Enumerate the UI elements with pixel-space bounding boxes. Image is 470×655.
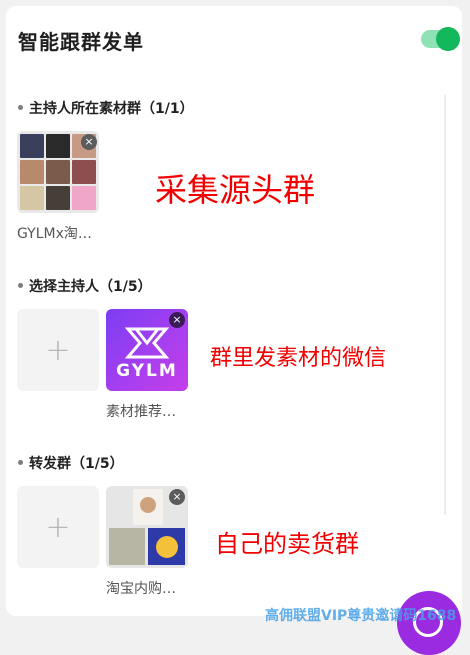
avatar-cell [72, 160, 96, 184]
remove-icon[interactable]: × [81, 134, 97, 150]
avatar-cell [133, 489, 163, 525]
remove-icon[interactable]: × [169, 489, 185, 505]
add-forward-group-button[interactable]: + [17, 486, 99, 568]
avatar-badge [156, 536, 178, 558]
plus-icon: + [45, 509, 71, 545]
add-host-button[interactable]: + [17, 309, 99, 391]
toggle-knob [436, 27, 460, 51]
bullet-dot-icon [18, 105, 23, 110]
annotation-forward-group: 自己的卖货群 [215, 530, 359, 558]
gylm-logo-text: GYLM [116, 361, 178, 381]
remove-icon[interactable]: × [169, 312, 185, 328]
forward-group-avatar[interactable]: × [106, 486, 188, 568]
section-host-title: 选择主持人（1/5） [18, 276, 152, 296]
source-group-caption: GYLMx淘… [17, 226, 92, 242]
section-source-group-title: 主持人所在素材群（1/1） [18, 98, 194, 118]
avatar-cell [20, 134, 44, 158]
avatar-cell [109, 528, 145, 565]
source-group-avatar[interactable]: × [17, 131, 99, 213]
smart-forward-toggle[interactable] [421, 27, 460, 51]
avatar-cell [148, 528, 185, 565]
annotation-source-group: 采集源头群 [155, 171, 316, 209]
avatar-cell [20, 186, 44, 210]
host-avatar[interactable]: GYLM × [106, 309, 188, 391]
bullet-dot-icon [18, 460, 23, 465]
avatar-cell [72, 186, 96, 210]
section-label: 选择主持人（1/5） [29, 279, 152, 295]
avatar-cell [46, 134, 70, 158]
scrollbar[interactable] [444, 95, 446, 515]
avatar-face [140, 497, 156, 513]
avatar-cell [20, 160, 44, 184]
forward-group-caption: 淘宝内购… [106, 581, 176, 597]
watermark-text: 高佣联盟VIP尊贵邀请码1688 [265, 608, 457, 624]
annotation-host: 群里发素材的微信 [210, 346, 387, 371]
bullet-dot-icon [18, 283, 23, 288]
plus-icon: + [45, 332, 71, 368]
section-label: 转发群（1/5） [29, 456, 124, 472]
host-caption: 素材推荐… [106, 404, 176, 420]
page-title: 智能跟群发单 [18, 30, 144, 54]
section-forward-title: 转发群（1/5） [18, 453, 124, 473]
avatar-cell [46, 186, 70, 210]
avatar-cell [46, 160, 70, 184]
section-label: 主持人所在素材群（1/1） [29, 101, 194, 117]
